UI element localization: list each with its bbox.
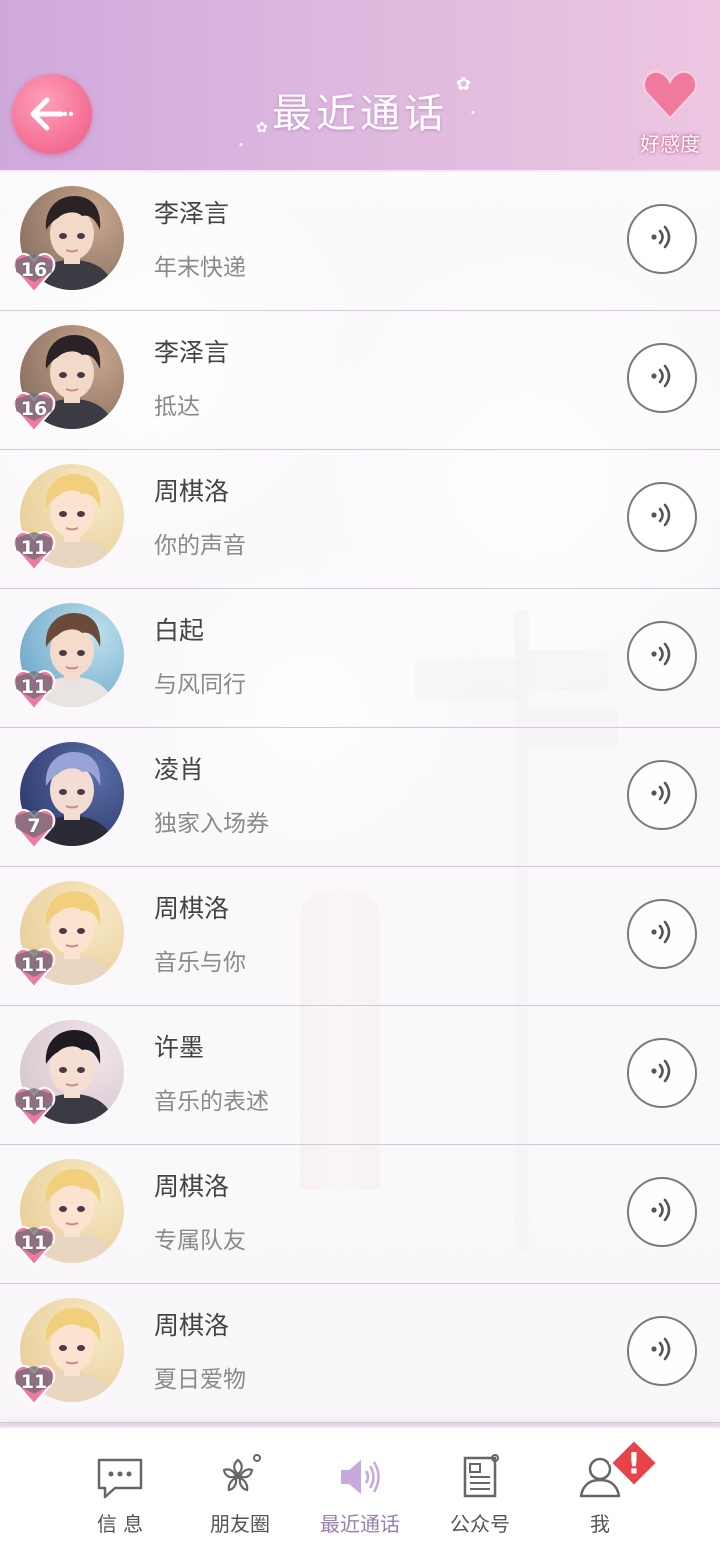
blossom-icon [215,1452,265,1502]
bottom-nav: 信 息 朋友圈 最近通话 公众号 ! 我 [0,1426,720,1560]
caller-name: 周棋洛 [154,1311,230,1340]
affection-level-badge: 11 [12,669,56,711]
sound-wave-icon [645,915,679,953]
call-list: 16 李泽言 年末快递 16 李泽言 抵达 11 周棋洛 你的声音 11 白起 … [0,172,720,1423]
top-bar: ✿ ✿ • • 最近通话 好感度 [0,0,720,172]
affection-level-badge: 11 [12,1086,56,1128]
nav-label: 信 息 [96,1512,144,1536]
caller-name: 周棋洛 [154,1172,230,1201]
back-button[interactable] [12,74,92,154]
call-title: 与风同行 [154,672,246,698]
sound-wave-icon [645,359,679,397]
call-title: 抵达 [154,394,200,420]
nav-tab[interactable]: 信 息 [60,1446,180,1546]
nav-tab[interactable]: 朋友圈 [180,1446,300,1546]
avatar[interactable]: 11 [12,603,124,711]
avatar[interactable]: 11 [12,1020,124,1128]
sound-wave-icon [645,220,679,258]
avatar[interactable]: 16 [12,325,124,433]
play-call-button[interactable] [627,760,697,830]
caller-name: 李泽言 [154,338,230,367]
sound-wave-icon [645,637,679,675]
caller-name: 周棋洛 [154,894,230,923]
favor-button[interactable]: 好感度 [630,70,710,160]
call-title: 夏日爱物 [154,1367,246,1393]
affection-level-number: 11 [20,1371,48,1393]
call-row[interactable]: 11 周棋洛 夏日爱物 [0,1284,720,1423]
affection-level-number: 11 [20,676,48,698]
page-title: 最近通话 [272,91,448,137]
sound-wave-icon [645,498,679,536]
affection-level-badge: 11 [12,1225,56,1267]
user-icon: ! [575,1438,659,1502]
call-row[interactable]: 16 李泽言 抵达 [0,311,720,450]
back-arrow-icon [30,97,74,131]
speaker-icon [335,1452,385,1502]
nav-label: 朋友圈 [210,1512,270,1536]
affection-level-number: 11 [20,954,48,976]
affection-level-number: 11 [20,537,48,559]
play-call-button[interactable] [627,1038,697,1108]
caller-name: 白起 [154,616,205,645]
call-title: 音乐与你 [154,950,246,976]
caller-name: 李泽言 [154,199,230,228]
avatar[interactable]: 7 [12,742,124,850]
play-call-button[interactable] [627,204,697,274]
nav-label: 最近通话 [320,1512,400,1536]
alert-badge-icon: ! [609,1438,659,1488]
sound-wave-icon [645,1332,679,1370]
play-call-button[interactable] [627,482,697,552]
affection-level-number: 11 [20,1232,48,1254]
play-call-button[interactable] [627,1177,697,1247]
call-row[interactable]: 11 白起 与风同行 [0,589,720,728]
call-row[interactable]: 11 周棋洛 你的声音 [0,450,720,589]
call-row[interactable]: 16 李泽言 年末快递 [0,172,720,311]
avatar[interactable]: 11 [12,464,124,572]
play-call-button[interactable] [627,899,697,969]
avatar[interactable]: 11 [12,1298,124,1406]
call-row[interactable]: 7 凌肖 独家入场券 [0,728,720,867]
caller-name: 许墨 [154,1033,205,1062]
affection-level-badge: 7 [12,808,56,850]
call-title: 年末快递 [154,255,246,281]
avatar[interactable]: 16 [12,186,124,294]
avatar[interactable]: 11 [12,1159,124,1267]
call-title: 专属队友 [154,1228,246,1254]
affection-level-badge: 11 [12,530,56,572]
sound-wave-icon [645,1054,679,1092]
nav-label: 公众号 [450,1512,510,1536]
affection-level-number: 7 [27,815,41,837]
play-call-button[interactable] [627,1316,697,1386]
nav-tab[interactable]: 公众号 [420,1446,540,1546]
sound-wave-icon [645,1193,679,1231]
affection-level-badge: 11 [12,1364,56,1406]
favor-label: 好感度 [640,132,700,156]
affection-level-number: 16 [20,398,48,420]
avatar[interactable]: 11 [12,881,124,989]
affection-level-badge: 11 [12,947,56,989]
affection-level-badge: 16 [12,391,56,433]
document-icon [455,1452,505,1502]
call-title: 你的声音 [154,533,246,559]
call-row[interactable]: 11 周棋洛 音乐与你 [0,867,720,1006]
nav-tab[interactable]: 最近通话 [300,1446,420,1546]
message-icon [95,1452,145,1502]
affection-level-number: 11 [20,1093,48,1115]
call-title: 独家入场券 [154,811,269,837]
heart-icon [642,70,698,120]
affection-level-badge: 16 [12,252,56,294]
caller-name: 周棋洛 [154,477,230,506]
nav-label: 我 [590,1512,610,1536]
caller-name: 凌肖 [154,755,205,784]
call-row[interactable]: 11 许墨 音乐的表述 [0,1006,720,1145]
play-call-button[interactable] [627,343,697,413]
nav-tab[interactable]: ! 我 [540,1438,660,1546]
call-row[interactable]: 11 周棋洛 专属队友 [0,1145,720,1284]
call-title: 音乐的表述 [154,1089,269,1115]
alert-text: ! [627,1446,640,1480]
sound-wave-icon [645,776,679,814]
affection-level-number: 16 [20,259,48,281]
play-call-button[interactable] [627,621,697,691]
